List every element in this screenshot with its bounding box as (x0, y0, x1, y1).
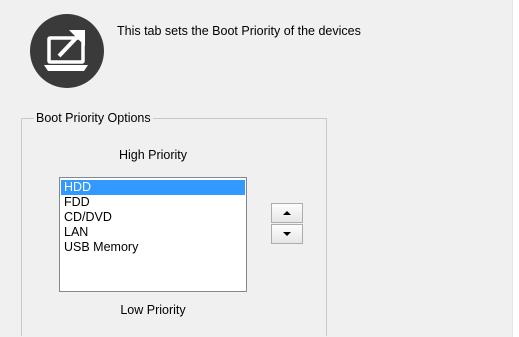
groupbox-title: Boot Priority Options (34, 111, 153, 125)
high-priority-label: High Priority (118, 148, 188, 162)
boot-priority-panel: This tab sets the Boot Priority of the d… (0, 0, 513, 337)
boot-item-usb-memory[interactable]: USB Memory (61, 240, 245, 255)
low-priority-label: Low Priority (120, 303, 186, 317)
boot-item-hdd[interactable]: HDD (61, 180, 245, 195)
boot-order-listbox[interactable]: HDD FDD CD/DVD LAN USB Memory (59, 177, 247, 292)
boot-item-lan[interactable]: LAN (61, 225, 245, 240)
boot-item-cd-dvd[interactable]: CD/DVD (61, 210, 245, 225)
triangle-up-icon (283, 211, 291, 215)
tab-description: This tab sets the Boot Priority of the d… (117, 24, 361, 38)
boot-item-fdd[interactable]: FDD (61, 195, 245, 210)
triangle-down-icon (283, 232, 291, 236)
move-down-button[interactable] (271, 224, 303, 244)
move-up-button[interactable] (271, 203, 303, 223)
monitor-arrow-icon (30, 14, 104, 88)
